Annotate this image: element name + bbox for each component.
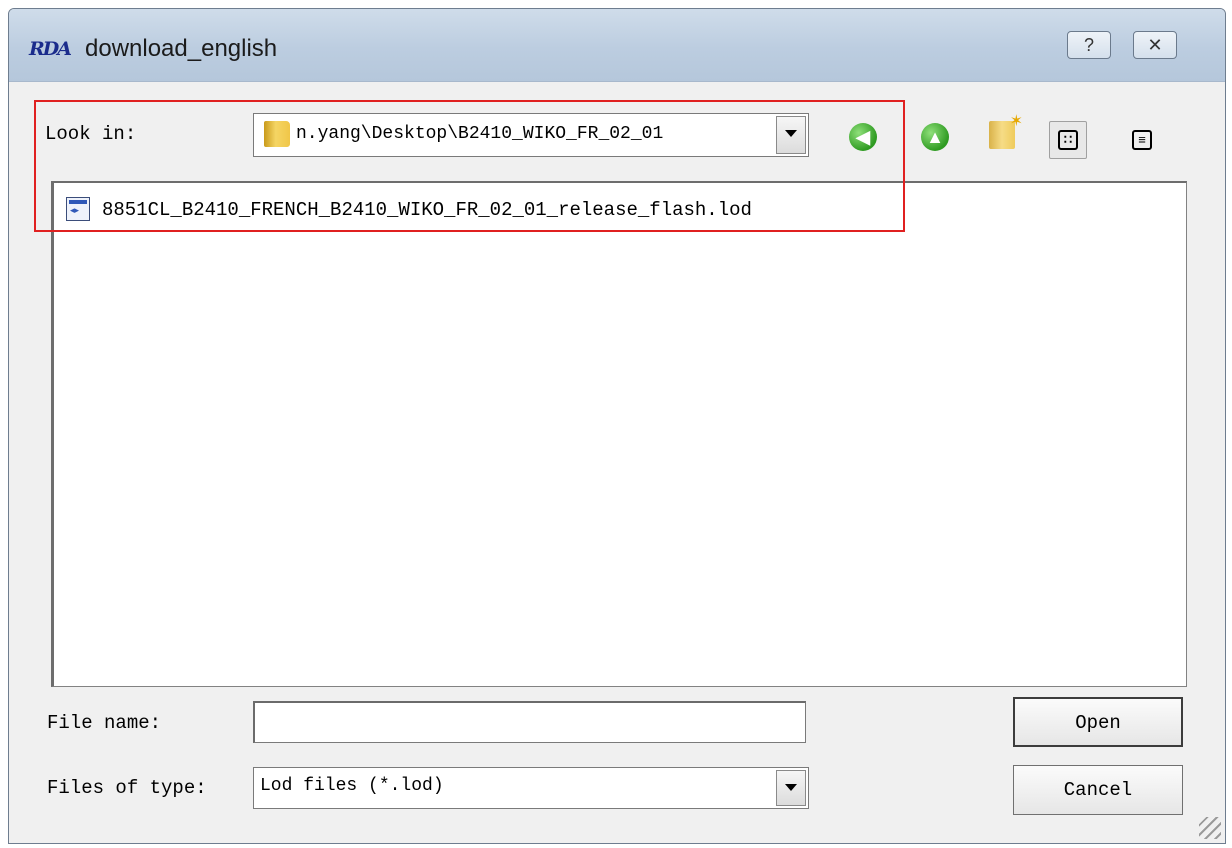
list-view-icon: ∷ (1058, 130, 1078, 150)
details-view-button[interactable]: ≡ (1123, 121, 1161, 159)
folder-icon (264, 121, 290, 147)
file-list[interactable]: 8851CL_B2410_FRENCH_B2410_WIKO_FR_02_01_… (51, 181, 1187, 687)
title-bar[interactable]: RDA download_english ? ✕ (9, 9, 1225, 82)
close-button[interactable]: ✕ (1133, 31, 1177, 59)
chevron-down-icon[interactable] (776, 116, 806, 154)
file-item-name: 8851CL_B2410_FRENCH_B2410_WIKO_FR_02_01_… (102, 199, 752, 221)
open-button[interactable]: Open (1013, 697, 1183, 747)
back-arrow-icon[interactable]: ◀ (849, 123, 877, 151)
file-name-label: File name: (47, 712, 162, 734)
look-in-combo[interactable]: n.yang\Desktop\B2410_WIKO_FR_02_01 (253, 113, 809, 157)
file-type-value: Lod files (*.lod) (260, 776, 444, 796)
window-title: download_english (85, 35, 278, 62)
cancel-button[interactable]: Cancel (1013, 765, 1183, 815)
app-logo-icon: RDA (29, 38, 72, 60)
file-type-select[interactable]: Lod files (*.lod) (253, 767, 809, 809)
up-arrow-icon[interactable]: ▲ (921, 123, 949, 151)
file-open-dialog: RDA download_english ? ✕ Look in: n.yang… (8, 8, 1226, 844)
lod-file-icon (66, 197, 90, 221)
chevron-down-icon[interactable] (776, 770, 806, 806)
list-view-button[interactable]: ∷ (1049, 121, 1087, 159)
new-folder-icon[interactable] (989, 111, 1023, 149)
help-button[interactable]: ? (1067, 31, 1111, 59)
details-view-icon: ≡ (1132, 130, 1152, 150)
file-type-label: Files of type: (47, 777, 207, 799)
resize-grip-icon[interactable] (1199, 817, 1221, 839)
file-name-input[interactable] (253, 701, 806, 743)
look-in-path: n.yang\Desktop\B2410_WIKO_FR_02_01 (296, 124, 664, 144)
look-in-label: Look in: (45, 123, 137, 145)
